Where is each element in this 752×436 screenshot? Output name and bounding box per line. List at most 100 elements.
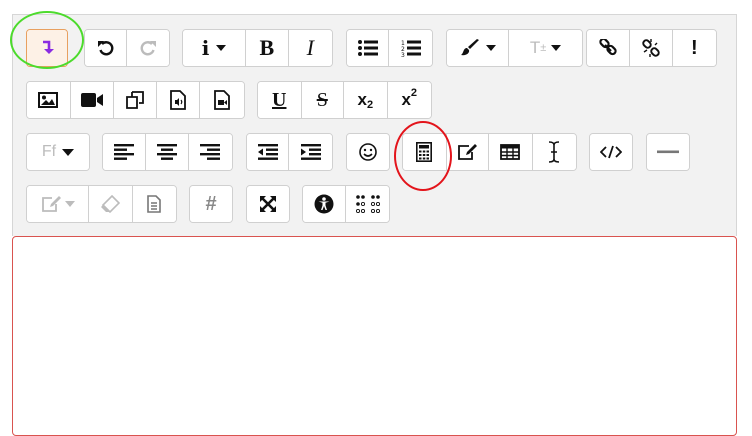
video-file-icon xyxy=(214,90,231,110)
emoticon-button[interactable] xyxy=(347,134,389,170)
rule-group xyxy=(646,133,690,171)
horizontal-rule-icon xyxy=(657,150,679,154)
paintbrush-icon xyxy=(460,39,480,57)
equation-editor-button[interactable] xyxy=(403,134,447,170)
braille-icon xyxy=(355,195,380,213)
unlink-icon xyxy=(642,39,660,57)
dropdown-caret-icon xyxy=(551,45,562,51)
align-center-button[interactable] xyxy=(146,134,189,170)
indent-group xyxy=(246,133,333,171)
collapse-toolbar-button[interactable] xyxy=(27,30,67,66)
calculator-icon xyxy=(416,142,433,162)
alert-icon: ! xyxy=(690,36,698,59)
dropdown-caret-icon xyxy=(485,45,496,51)
subscript-button[interactable]: x 2 xyxy=(344,82,388,118)
link-group: ! xyxy=(586,29,717,67)
manage-embedded-files-button[interactable] xyxy=(114,82,157,118)
fullscreen-button[interactable] xyxy=(247,186,289,222)
underline-button[interactable]: U xyxy=(258,82,302,118)
outdent-button[interactable] xyxy=(247,134,290,170)
record-audio-button[interactable] xyxy=(156,82,201,118)
align-center-icon xyxy=(157,144,177,160)
manage-files-button[interactable]: ! xyxy=(672,30,716,66)
eraser-icon xyxy=(100,195,121,213)
undo-button[interactable] xyxy=(85,30,128,66)
ordered-list-icon: 123 xyxy=(401,39,421,57)
smiley-icon xyxy=(359,143,377,161)
html-group xyxy=(589,133,633,171)
subscript-mark: 2 xyxy=(366,99,374,111)
italic-button[interactable]: I xyxy=(288,30,332,66)
indent-button[interactable] xyxy=(289,134,332,170)
paragraph-styles-button[interactable]: i xyxy=(183,30,247,66)
italic-label: I xyxy=(306,35,314,60)
paste-text-button[interactable] xyxy=(132,186,176,222)
unordered-list-button[interactable] xyxy=(347,30,390,66)
insert-group xyxy=(402,133,577,171)
format-dropdown-group: T ± xyxy=(446,29,583,67)
align-left-button[interactable] xyxy=(103,134,147,170)
accessibility-group xyxy=(302,185,390,223)
highlighter-icon xyxy=(41,195,61,213)
editor-content-area[interactable] xyxy=(12,236,737,436)
clear-formatting-button[interactable] xyxy=(89,186,133,222)
indent-icon xyxy=(300,144,321,160)
align-right-icon xyxy=(200,144,221,160)
strikethrough-label: S xyxy=(316,88,328,111)
align-right-button[interactable] xyxy=(188,134,232,170)
link-button[interactable] xyxy=(587,30,631,66)
anchor-group: # xyxy=(189,185,233,223)
superscript-mark: 2 xyxy=(410,87,418,99)
font-family-group: Ff xyxy=(26,133,90,171)
bold-label: B xyxy=(259,35,275,60)
media-button[interactable] xyxy=(70,82,115,118)
bold-button[interactable]: B xyxy=(246,30,289,66)
text-color-button[interactable] xyxy=(447,30,510,66)
font-size-mark: ± xyxy=(540,42,547,54)
anchor-button[interactable]: # xyxy=(190,186,232,222)
fullscreen-group xyxy=(246,185,290,223)
superscript-label: x xyxy=(401,90,411,109)
expand-arrows-icon xyxy=(259,195,277,213)
font-size-button[interactable]: T ± xyxy=(509,30,582,66)
hash-icon: # xyxy=(205,192,217,215)
dropdown-caret-icon xyxy=(64,201,75,207)
history-group xyxy=(84,29,170,67)
accessibility-checker-button[interactable] xyxy=(303,186,347,222)
horizontal-rule-button[interactable] xyxy=(647,134,689,170)
clear-group xyxy=(26,185,177,223)
strikethrough-button[interactable]: S xyxy=(301,82,345,118)
dropdown-caret-icon xyxy=(62,148,75,156)
document-icon xyxy=(147,195,162,213)
accessibility-icon xyxy=(314,194,334,214)
redo-button[interactable] xyxy=(127,30,169,66)
video-camera-icon xyxy=(80,93,103,107)
editor-toolbar: i B I 123 T ± ! U S x 2 x 2 Ff # xyxy=(12,14,737,236)
list-group: 123 xyxy=(346,29,433,67)
svg-text:3: 3 xyxy=(401,52,405,57)
text-cursor-icon xyxy=(548,141,560,163)
record-video-button[interactable] xyxy=(200,82,244,118)
underline-label: U xyxy=(272,88,287,111)
image-button[interactable] xyxy=(27,82,71,118)
align-left-icon xyxy=(114,144,135,160)
ordered-list-button[interactable]: 123 xyxy=(389,30,432,66)
edit-button[interactable] xyxy=(446,134,490,170)
screenreader-helper-button[interactable] xyxy=(346,186,389,222)
superscript-button[interactable]: x 2 xyxy=(387,82,431,118)
media-group xyxy=(26,81,245,119)
code-icon xyxy=(600,145,622,159)
unlink-button[interactable] xyxy=(630,30,673,66)
font-family-button[interactable]: Ff xyxy=(27,134,89,170)
info-icon: i xyxy=(201,36,210,60)
collapse-arrow-icon xyxy=(40,40,54,56)
align-group xyxy=(102,133,233,171)
unordered-list-icon xyxy=(357,40,378,56)
highlight-button[interactable] xyxy=(27,186,90,222)
table-icon xyxy=(500,144,521,160)
dropdown-caret-icon xyxy=(216,45,227,51)
text-cursor-button[interactable] xyxy=(532,134,576,170)
table-button[interactable] xyxy=(489,134,533,170)
collapse-group xyxy=(26,29,68,67)
html-source-button[interactable] xyxy=(590,134,632,170)
